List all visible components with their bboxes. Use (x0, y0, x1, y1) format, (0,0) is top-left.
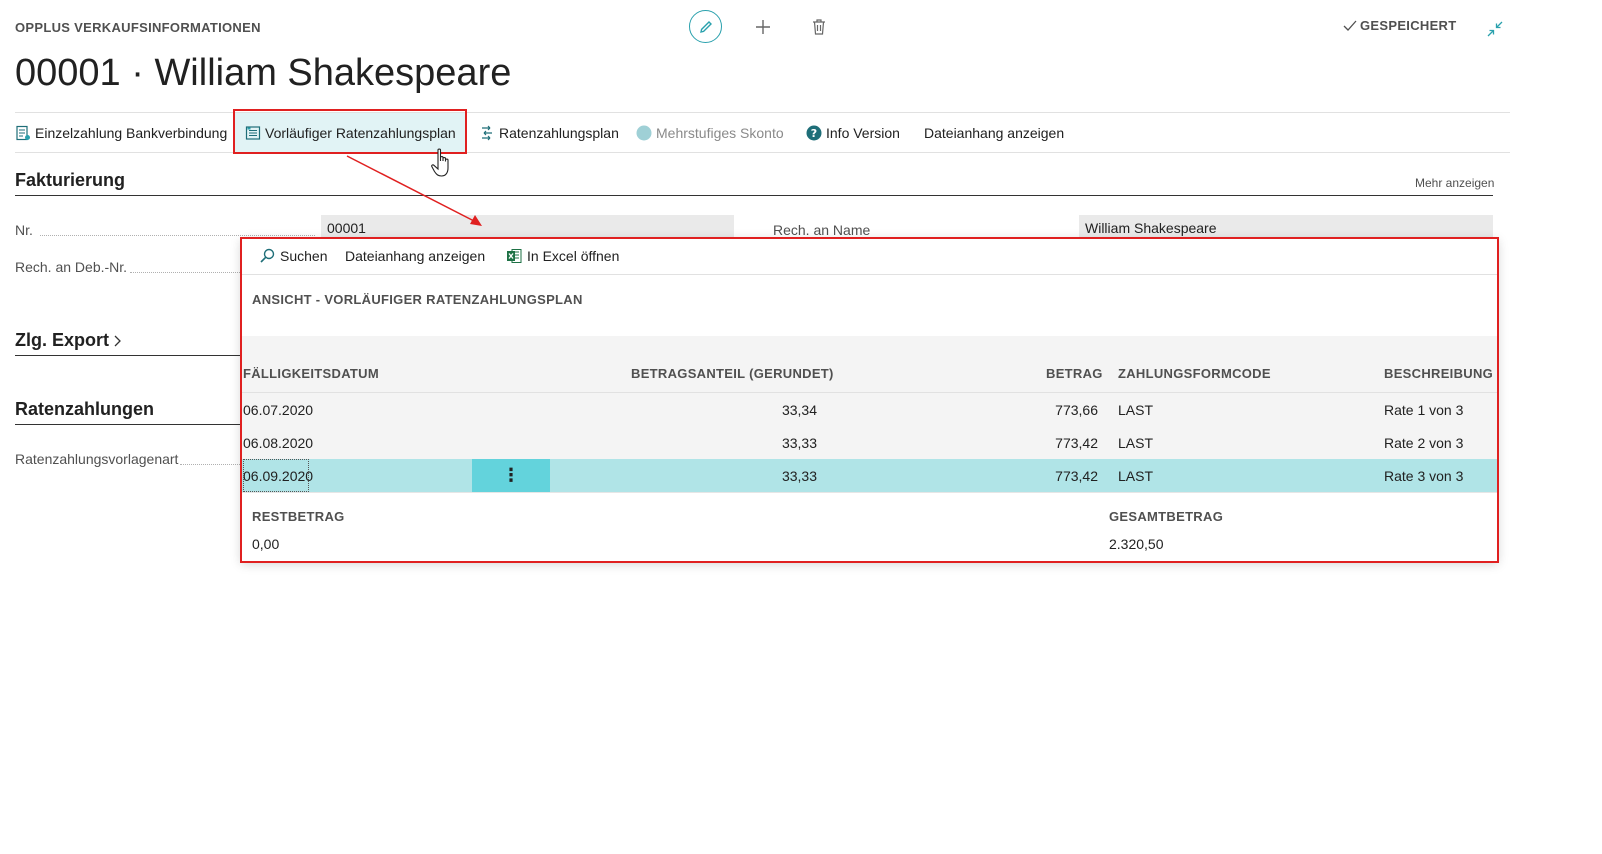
edit-button[interactable] (689, 10, 722, 43)
cell-desc[interactable]: Rate 3 von 3 (1384, 459, 1463, 492)
pencil-icon (699, 20, 712, 33)
app-title: OPPLUS VERKAUFSINFORMATIONEN (15, 20, 261, 35)
restbetrag-label: RESTBETRAG (252, 509, 345, 524)
action-label: Einzelzahlung Bankverbindung (35, 124, 228, 141)
saved-status: GESPEICHERT (1343, 18, 1456, 33)
vorlaeufiger-ratenzahlungsplan-panel: Suchen Dateianhang anzeigen In Excel öff… (241, 238, 1498, 562)
new-button[interactable] (750, 14, 776, 40)
cell-share[interactable]: 33,34 (721, 393, 817, 426)
table-row-selected[interactable]: 06.09.2020 ⋮ 33,33 773,42 LAST Rate 3 vo… (241, 459, 1498, 493)
field-dots (180, 464, 240, 465)
circle-icon (636, 125, 652, 140)
cell-amount[interactable]: 773,42 (1001, 459, 1098, 492)
cell-share[interactable]: 33,33 (721, 459, 817, 492)
attachments-button[interactable]: Dateianhang anzeigen (345, 238, 485, 274)
chevron-right-icon (114, 335, 121, 346)
section-zlg-export[interactable]: Zlg. Export (15, 330, 123, 351)
section-divider (15, 195, 1493, 196)
action-label: Info Version (826, 124, 900, 141)
action-dateianhang-anzeigen[interactable]: Dateianhang anzeigen (924, 113, 1064, 152)
plan-arrow-icon (482, 125, 492, 140)
delete-button[interactable] (806, 14, 832, 40)
gesamtbetrag-label: GESAMTBETRAG (1109, 509, 1224, 524)
collapse-button[interactable] (1482, 16, 1508, 42)
action-info-version[interactable]: ? Info Version (806, 113, 900, 152)
trash-icon (813, 19, 825, 35)
column-header-faelligkeitsdatum[interactable]: FÄLLIGKEITSDATUM (243, 366, 379, 381)
action-vorlaeufiger-ratenzahlungsplan[interactable]: Vorläufiger Ratenzahlungsplan (233, 113, 465, 152)
cell-amount[interactable]: 773,66 (1001, 393, 1098, 426)
action-label: Dateianhang anzeigen (924, 124, 1065, 141)
action-label: Mehrstufiges Skonto (656, 124, 784, 141)
panel-footer: RESTBETRAG 0,00 GESAMTBETRAG 2.320,50 (241, 491, 1498, 562)
grid-header: FÄLLIGKEITSDATUM BETRAGSANTEIL (GERUNDET… (241, 336, 1498, 393)
table-row[interactable]: 06.08.2020 33,33 773,42 LAST Rate 2 von … (241, 426, 1498, 460)
cell-date[interactable]: 06.07.2020 (243, 393, 313, 426)
column-header-zahlungsformcode[interactable]: ZAHLUNGSFORMCODE (1118, 366, 1271, 381)
hand-cursor-icon (431, 148, 449, 177)
field-label-rech-an-deb-nr: Rech. an Deb.-Nr. (15, 259, 128, 275)
saved-label: GESPEICHERT (1360, 18, 1457, 33)
plus-icon (756, 20, 770, 34)
column-header-betrag[interactable]: BETRAG (1046, 366, 1103, 381)
section-title-zlg-export: Zlg. Export (15, 330, 109, 350)
check-icon (1343, 20, 1357, 31)
cell-code[interactable]: LAST (1118, 459, 1153, 492)
action-mehrstufiges-skonto[interactable]: Mehrstufiges Skonto (636, 113, 784, 152)
panel-toolbar: Suchen Dateianhang anzeigen In Excel öff… (241, 238, 1498, 275)
field-label-nr: Nr. (15, 222, 33, 238)
action-bar: Einzelzahlung Bankverbindung Vorläufiger… (15, 112, 1510, 153)
panel-subtitle: ANSICHT - VORLÄUFIGER RATENZAHLUNGSPLAN (252, 292, 583, 307)
plan-list-icon (245, 125, 261, 140)
cell-share[interactable]: 33,33 (721, 426, 817, 459)
attachments-label: Dateianhang anzeigen (345, 248, 486, 264)
section-title-ratenzahlungen: Ratenzahlungen (15, 399, 155, 419)
cell-date[interactable]: 06.09.2020 (243, 459, 313, 492)
svg-text:?: ? (811, 127, 817, 140)
row-menu-button[interactable]: ⋮ (472, 459, 550, 492)
action-label: Vorläufiger Ratenzahlungsplan (265, 124, 456, 141)
field-dots (130, 272, 240, 273)
column-header-betragsanteil[interactable]: BETRAGSANTEIL (GERUNDET) (631, 366, 834, 381)
action-label: Ratenzahlungsplan (499, 124, 619, 141)
cell-date[interactable]: 06.08.2020 (243, 426, 313, 459)
excel-label: In Excel öffnen (527, 248, 620, 264)
cell-code[interactable]: LAST (1118, 393, 1153, 426)
cell-amount[interactable]: 773,42 (1001, 426, 1098, 459)
search-button[interactable]: Suchen (259, 238, 327, 274)
bank-payment-icon (16, 125, 30, 140)
action-ratenzahlungsplan[interactable]: Ratenzahlungsplan (479, 113, 619, 152)
excel-icon (507, 249, 522, 263)
cell-desc[interactable]: Rate 2 von 3 (1384, 426, 1463, 459)
open-in-excel-button[interactable]: In Excel öffnen (506, 238, 619, 274)
gesamtbetrag-value: 2.320,50 (1109, 536, 1164, 552)
search-label: Suchen (280, 248, 328, 264)
help-icon: ? (806, 125, 822, 140)
section-title-fakturierung: Fakturierung (15, 170, 126, 190)
mehr-anzeigen-link[interactable]: Mehr anzeigen (1415, 176, 1494, 190)
column-header-beschreibung[interactable]: BESCHREIBUNG (1384, 366, 1493, 381)
collapse-icon (1487, 21, 1503, 37)
restbetrag-value: 0,00 (252, 536, 280, 552)
section-divider (15, 424, 241, 425)
field-label-rech-an-name: Rech. an Name (773, 222, 871, 238)
table-row[interactable]: 06.07.2020 33,34 773,66 LAST Rate 1 von … (241, 393, 1498, 427)
page-title: 00001 · William Shakespeare (15, 52, 512, 94)
field-dots (40, 235, 315, 236)
field-label-ratenzahlungsvorlagenart: Ratenzahlungsvorlagenart (15, 451, 179, 467)
cell-desc[interactable]: Rate 1 von 3 (1384, 393, 1463, 426)
cell-code[interactable]: LAST (1118, 426, 1153, 459)
section-divider (15, 355, 241, 356)
search-icon (260, 248, 275, 263)
action-einzelzahlung-bankverbindung[interactable]: Einzelzahlung Bankverbindung (15, 113, 227, 152)
